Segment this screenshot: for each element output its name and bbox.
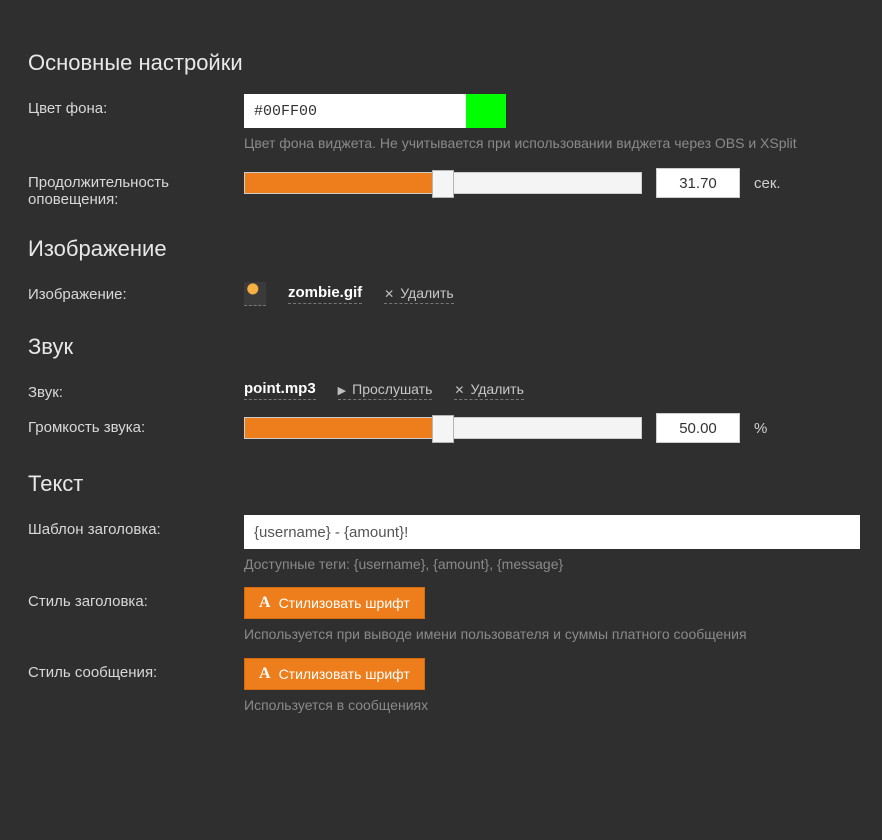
volume-row: Громкость звука: %: [28, 413, 854, 443]
header-style-row: Стиль заголовка: A Стилизовать шрифт Исп…: [28, 587, 854, 643]
volume-slider-thumb[interactable]: [432, 415, 454, 443]
message-style-button[interactable]: A Стилизовать шрифт: [244, 658, 425, 690]
volume-unit: %: [754, 420, 767, 437]
bgcolor-input-wrap: [244, 94, 506, 128]
image-thumbnail-icon: [244, 282, 266, 306]
sound-row: Звук: point.mp3 Прослушать Удалить: [28, 378, 854, 401]
image-delete-label: Удалить: [400, 285, 453, 301]
header-style-button-label: Стилизовать шрифт: [279, 595, 410, 611]
message-style-row: Стиль сообщения: A Стилизовать шрифт Исп…: [28, 658, 854, 714]
bgcolor-swatch[interactable]: [466, 94, 506, 128]
volume-label: Громкость звука:: [28, 413, 244, 436]
duration-value-input[interactable]: [656, 168, 740, 198]
sound-preview-button[interactable]: Прослушать: [338, 381, 433, 400]
header-style-button[interactable]: A Стилизовать шрифт: [244, 587, 425, 619]
header-template-hint: Доступные теги: {username}, {amount}, {m…: [244, 555, 854, 573]
section-text-title: Текст: [28, 471, 854, 497]
message-style-hint: Используется в сообщениях: [244, 696, 854, 714]
image-delete-button[interactable]: Удалить: [384, 285, 454, 304]
bgcolor-hint: Цвет фона виджета. Не учитывается при ис…: [244, 134, 854, 152]
image-row: Изображение: zombie.gif Удалить: [28, 280, 854, 306]
header-style-label: Стиль заголовка:: [28, 587, 244, 610]
bgcolor-label: Цвет фона:: [28, 94, 244, 117]
font-icon: A: [259, 665, 271, 683]
message-style-label: Стиль сообщения:: [28, 658, 244, 681]
bgcolor-input[interactable]: [244, 94, 466, 128]
duration-label: Продолжительность оповещения:: [28, 168, 244, 208]
duration-row: Продолжительность оповещения: сек.: [28, 168, 854, 208]
message-style-button-label: Стилизовать шрифт: [279, 666, 410, 682]
header-style-hint: Используется при выводе имени пользовате…: [244, 625, 854, 643]
section-basic-title: Основные настройки: [28, 50, 854, 76]
volume-slider[interactable]: [244, 417, 642, 439]
close-icon: [454, 381, 464, 397]
image-filename[interactable]: zombie.gif: [288, 284, 362, 304]
sound-preview-label: Прослушать: [352, 381, 432, 397]
duration-slider[interactable]: [244, 172, 642, 194]
play-icon: [338, 381, 346, 397]
header-template-label: Шаблон заголовка:: [28, 515, 244, 538]
volume-value-input[interactable]: [656, 413, 740, 443]
sound-delete-button[interactable]: Удалить: [454, 381, 524, 400]
section-image-title: Изображение: [28, 236, 854, 262]
duration-unit: сек.: [754, 175, 781, 192]
duration-slider-thumb[interactable]: [432, 170, 454, 198]
header-template-row: Шаблон заголовка: Доступные теги: {usern…: [28, 515, 854, 573]
sound-delete-label: Удалить: [470, 381, 523, 397]
font-icon: A: [259, 594, 271, 612]
section-sound-title: Звук: [28, 334, 854, 360]
image-label: Изображение:: [28, 280, 244, 303]
bgcolor-row: Цвет фона: Цвет фона виджета. Не учитыва…: [28, 94, 854, 152]
close-icon: [384, 285, 394, 301]
sound-filename[interactable]: point.mp3: [244, 380, 316, 400]
header-template-input[interactable]: [244, 515, 860, 549]
sound-label: Звук:: [28, 378, 244, 401]
